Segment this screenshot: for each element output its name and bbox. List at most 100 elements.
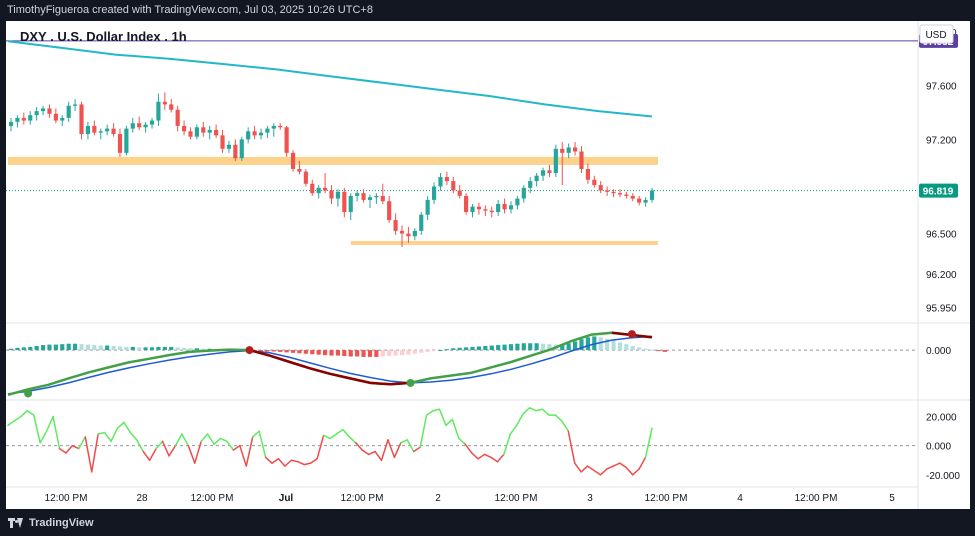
histogram-bar [124,346,129,351]
candle-body [220,135,225,149]
candle-body [188,131,193,137]
momentum-line-segment [458,437,466,445]
candle-body [585,168,590,180]
candle-body [194,127,199,137]
momentum-line-segment [387,439,396,459]
price-marker-label: 96.819 [923,187,954,198]
candle-body [8,121,14,126]
momentum-line-segment [33,414,41,444]
candle-body [98,131,103,133]
candle-body [149,120,155,125]
time-tick-label: 12:00 PM [495,493,538,504]
candle-body [572,147,578,152]
momentum-tick-label: 20.000 [926,413,957,424]
histogram-bar [79,344,84,351]
momentum-line-segment [483,453,492,459]
price-tick-label: 95.950 [926,304,957,315]
momentum-line-segment [136,439,144,453]
histogram-bar [438,350,443,352]
candle-body [643,199,648,203]
momentum-line-segment [20,409,29,418]
histogram-bar [15,347,20,351]
cross-marker [24,389,33,398]
momentum-line-segment [432,408,441,412]
candle-body [73,104,78,106]
momentum-line-segment [174,433,183,447]
candle-body [630,195,635,199]
candle-body [476,206,482,210]
credit-text: TimothyFigueroa created with TradingView… [7,4,373,16]
candle-body [169,104,174,110]
momentum-line-segment [168,444,177,457]
momentum-line-segment [599,468,608,476]
candle-body [387,201,392,221]
momentum-line-segment [213,437,222,445]
brand-bar: TradingView [0,509,975,536]
cross-marker [406,378,415,387]
histogram-bar [143,347,148,351]
momentum-line-segment [412,446,421,453]
histogram-bar [649,349,655,351]
candle-body [60,117,65,121]
momentum-line-segment [52,415,61,450]
momentum-line-segment [58,447,67,454]
candle-body [137,123,142,128]
candle-body [258,132,264,136]
histogram-bar [637,347,642,351]
histogram-bar [399,350,405,356]
oscillator-panel [6,330,918,398]
histogram-bar [534,343,539,351]
candle-body [515,198,520,206]
candle-body [290,152,296,169]
momentum-line-segment [335,428,344,435]
histogram-bar [528,343,533,351]
momentum-line-segment [561,420,570,432]
momentum-line-segment [586,465,595,472]
candle-body [105,128,110,132]
axes: 98.00097.60097.20096.50096.20095.95097.9… [45,28,961,504]
time-tick-label: 4 [737,493,743,504]
histogram-bar [105,345,110,351]
candle-body [265,128,270,133]
candle-body [547,170,552,174]
candle-body [611,191,616,194]
momentum-line-segment [631,468,640,476]
candle-body [617,193,623,195]
candle-body [316,187,321,194]
histogram-bar [617,342,623,351]
momentum-line-segment [219,437,228,443]
histogram-bar [464,347,469,351]
histogram-bar [515,343,520,351]
momentum-line-segment [400,439,409,444]
momentum-line-segment [580,465,589,473]
histogram-bar [566,343,571,351]
chart-frame[interactable]: 98.00097.60097.20096.50096.20095.95097.9… [6,21,970,509]
candle-body [271,125,276,129]
momentum-line-segment [181,433,190,447]
candle-body [323,187,328,191]
momentum-line-segment [110,427,119,443]
momentum-line-segment [123,421,132,434]
candle-body [85,125,91,135]
candle-body [431,186,437,200]
momentum-line-segment [425,409,434,416]
credit-bar: TimothyFigueroa created with TradingView… [0,0,975,21]
histogram-bar [73,343,78,351]
histogram-bar [470,346,475,351]
momentum-line-segment [284,459,293,467]
currency-label: USD [925,30,946,41]
histogram-bar [643,348,648,351]
histogram-bar [348,350,353,357]
candle-body [393,220,398,231]
currency-badge[interactable]: USD [919,24,954,44]
momentum-line-segment [619,462,627,469]
candle-body [239,139,244,159]
chart-canvas[interactable]: 98.00097.60097.20096.50096.20095.95097.9… [6,21,970,509]
candle-body [278,125,283,128]
momentum-line-segment [573,462,582,473]
candle-body [175,109,180,126]
candle-body [649,190,655,200]
price-tick-label: 97.200 [926,135,957,146]
candle-body [412,230,417,237]
momentum-line-segment [303,462,312,466]
